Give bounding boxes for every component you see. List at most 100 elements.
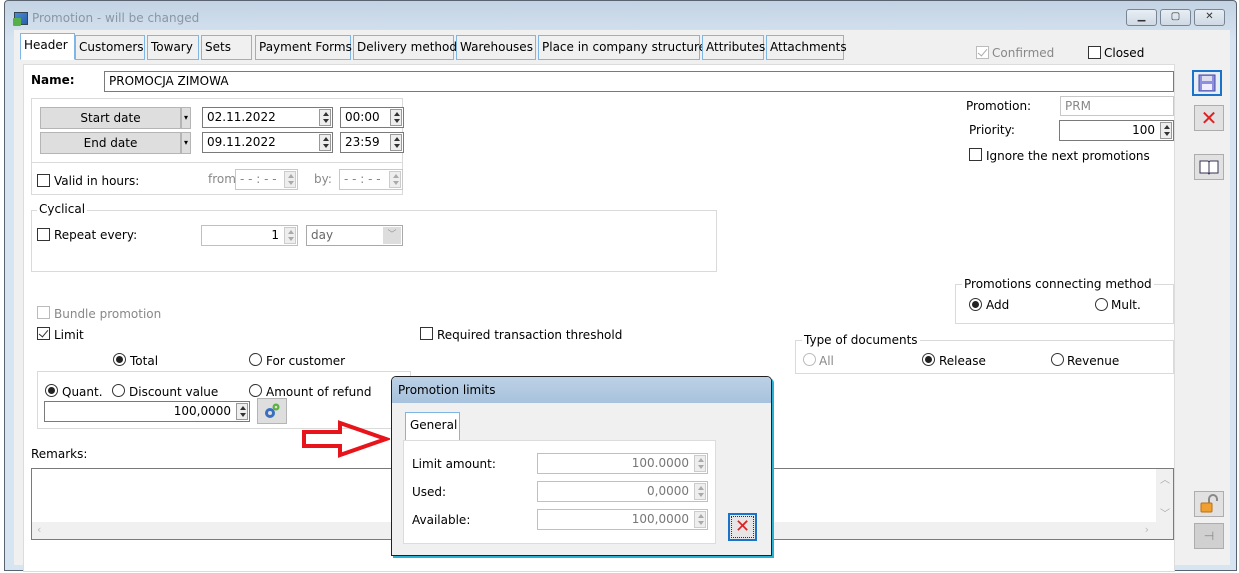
limit-quant-radio[interactable] xyxy=(45,384,58,397)
tab-towary[interactable]: Towary xyxy=(147,35,199,60)
dialog-close-button[interactable]: ✕ xyxy=(728,513,757,541)
confirmed-checkbox[interactable] xyxy=(976,46,989,59)
by-time-input[interactable]: - - : - - xyxy=(339,169,403,190)
valid-in-hours-checkbox[interactable] xyxy=(37,174,50,187)
promotion-code-input: PRM xyxy=(1060,96,1174,116)
tab-header[interactable]: Header xyxy=(20,33,75,60)
unlock-button[interactable] xyxy=(1194,491,1224,517)
limit-checkbox[interactable] xyxy=(37,327,50,340)
start-date-button[interactable]: Start date xyxy=(40,107,181,129)
priority-input[interactable]: 100 xyxy=(1059,120,1174,141)
repeat-every-checkbox[interactable] xyxy=(37,228,50,241)
end-date-input[interactable]: 09.11.2022 xyxy=(202,132,333,153)
restore-button[interactable]: ▢ xyxy=(1160,9,1191,26)
ignore-next-checkbox[interactable] xyxy=(969,148,982,161)
tab-attachments[interactable]: Attachments xyxy=(766,35,847,60)
by-time-spinner[interactable] xyxy=(389,171,401,188)
end-date-spinner[interactable] xyxy=(319,134,331,151)
limit-total-label: Total xyxy=(130,354,159,368)
required-threshold-checkbox[interactable] xyxy=(420,327,433,340)
promotion-limits-dialog: Promotion limits General Limit amount: 1… xyxy=(391,376,772,556)
limit-value-input[interactable]: 100,0000 xyxy=(44,401,250,422)
end-date-button[interactable]: End date xyxy=(40,132,181,154)
limit-label: Limit xyxy=(54,328,84,342)
cancel-icon: ✕ xyxy=(1200,106,1218,130)
doc-type-revenue-radio[interactable] xyxy=(1051,353,1064,366)
restore-icon: ▢ xyxy=(1170,11,1181,22)
repeat-unit-select[interactable]: day ﹀ xyxy=(306,225,403,246)
end-date-dropdown[interactable]: ▾ xyxy=(181,132,191,154)
remarks-vertical-scrollbar[interactable]: ︿ ﹀ xyxy=(1156,469,1173,522)
limit-details-button[interactable] xyxy=(257,398,287,424)
repeat-every-label: Repeat every: xyxy=(54,228,138,242)
pin-icon: ⊣ xyxy=(1203,529,1215,543)
close-icon: ✕ xyxy=(1205,11,1214,22)
tab-customers[interactable]: Customers xyxy=(75,35,145,60)
tab-attributes[interactable]: Attributes xyxy=(702,35,765,60)
closed-checkbox[interactable] xyxy=(1088,46,1101,59)
limit-amount-input: 100.0000 xyxy=(537,453,708,474)
by-time-value: - - : - - xyxy=(344,172,381,186)
connecting-add-label: Add xyxy=(986,298,1010,312)
end-time-value: 23:59 xyxy=(345,135,380,149)
dialog-tab-general[interactable]: General xyxy=(405,412,460,440)
end-time-spinner[interactable] xyxy=(390,134,402,151)
remarks-label: Remarks: xyxy=(31,447,88,461)
from-time-input[interactable]: - - : - - xyxy=(235,169,298,190)
limit-amount-of-refund-radio[interactable] xyxy=(249,384,262,397)
by-label: by: xyxy=(314,172,332,186)
start-time-input[interactable]: 00:00 xyxy=(340,107,404,128)
doc-type-all-radio[interactable] xyxy=(803,353,816,366)
tab-delivery-method[interactable]: Delivery method xyxy=(353,35,457,60)
start-date-input[interactable]: 02.11.2022 xyxy=(202,107,333,128)
from-label: from xyxy=(208,172,236,186)
repeat-every-spinner[interactable] xyxy=(284,227,296,244)
close-button[interactable]: ✕ xyxy=(1194,9,1225,26)
connecting-method-label: Promotions connecting method xyxy=(962,277,1154,291)
start-date-dropdown[interactable]: ▾ xyxy=(181,107,191,129)
name-label: Name: xyxy=(31,73,75,87)
pin-button[interactable]: ⊣ xyxy=(1194,523,1224,549)
tab-place-in-company-structure[interactable]: Place in company structure xyxy=(538,35,706,60)
limit-total-radio[interactable] xyxy=(113,353,126,366)
minimize-button[interactable]: ▁ xyxy=(1126,9,1157,26)
dialog-general-panel: Limit amount: 100.0000 Used: 0,0000 Avai… xyxy=(403,440,716,544)
tab-warehouses[interactable]: Warehouses xyxy=(456,35,536,60)
limit-discount-value-label: Discount value xyxy=(129,385,219,399)
priority-spinner[interactable] xyxy=(1160,122,1172,139)
unlock-icon xyxy=(1200,494,1218,513)
save-button[interactable] xyxy=(1192,70,1222,96)
repeat-every-input[interactable]: 1 xyxy=(201,225,298,246)
book-icon xyxy=(1199,160,1219,175)
dialog-title-bar: Promotion limits xyxy=(392,377,771,403)
doc-type-release-radio[interactable] xyxy=(922,353,935,366)
start-date-spinner[interactable] xyxy=(319,109,331,126)
limit-value: 100,0000 xyxy=(173,404,231,418)
tab-payment-forms[interactable]: Payment Forms xyxy=(255,35,352,60)
start-time-spinner[interactable] xyxy=(390,109,402,126)
limit-for-customer-radio[interactable] xyxy=(249,353,262,366)
limit-discount-value-radio[interactable] xyxy=(112,384,125,397)
doc-type-all-label: All xyxy=(819,354,834,368)
type-of-documents-label: Type of documents xyxy=(802,333,920,347)
cyclical-group-label: Cyclical xyxy=(37,202,88,216)
connecting-add-radio[interactable] xyxy=(969,298,982,311)
tab-sets[interactable]: Sets xyxy=(201,35,252,60)
title-bar: Promotion - will be changed ▁ ▢ ✕ xyxy=(5,1,1236,33)
cancel-button[interactable]: ✕ xyxy=(1194,105,1224,131)
available-input: 100,0000 xyxy=(537,509,708,530)
chevron-down-icon: ﹀ xyxy=(383,227,401,244)
from-time-spinner[interactable] xyxy=(284,171,296,188)
from-time-value: - - : - - xyxy=(240,172,277,186)
book-button[interactable] xyxy=(1194,154,1224,180)
limit-for-customer-label: For customer xyxy=(266,354,346,368)
end-time-input[interactable]: 23:59 xyxy=(340,132,404,153)
name-input[interactable]: PROMOCJA ZIMOWA xyxy=(104,71,1174,92)
doc-type-release-label: Release xyxy=(939,354,986,368)
limit-amount-spinner xyxy=(694,455,706,472)
limit-quant-label: Quant. xyxy=(62,385,103,399)
bundle-promotion-checkbox[interactable] xyxy=(37,306,50,319)
bundle-promotion-label: Bundle promotion xyxy=(54,307,162,321)
limit-value-spinner[interactable] xyxy=(236,403,248,420)
connecting-mult-radio[interactable] xyxy=(1095,298,1108,311)
